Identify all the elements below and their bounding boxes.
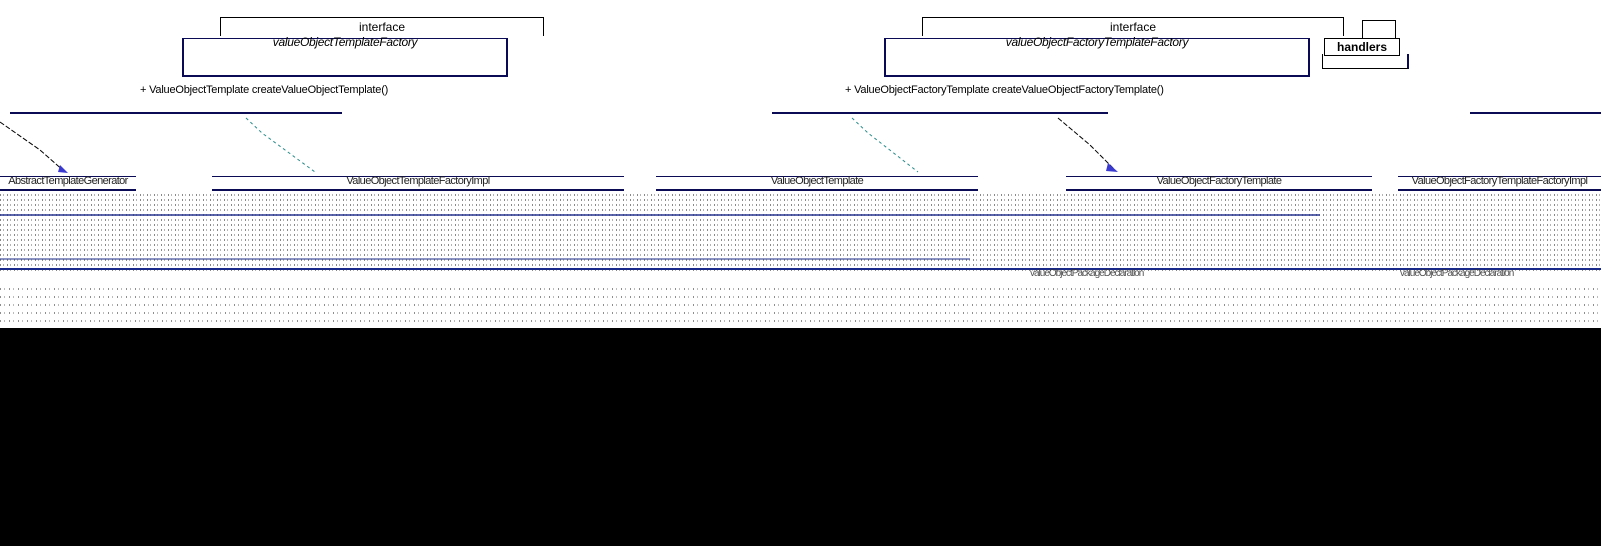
interface-box-1[interactable]: interface valueObjectTemplateFactory: [182, 17, 544, 77]
package-tab: [1362, 20, 1396, 39]
interface-operation-1: + ValueObjectTemplate createValueObjectT…: [140, 84, 389, 96]
interface-name-1: valueObjectTemplateFactory: [272, 35, 418, 49]
attribute-band: [0, 194, 1601, 274]
attribute-rule-2: [0, 268, 1601, 270]
interface-divider-2: [772, 112, 1108, 114]
interface-stereotype-1: interface: [220, 17, 544, 36]
class-box-3[interactable]: ValueObjectTemplate: [656, 175, 978, 191]
interface-box-2[interactable]: interface valueObjectFactoryTemplateFact…: [884, 17, 1344, 77]
attribute-rule-3: [0, 258, 970, 260]
attribute-rule-1: [0, 214, 1320, 216]
interface-operation-2: + ValueObjectFactoryTemplate createValue…: [845, 84, 1164, 96]
realization-arrow-1: [245, 117, 316, 173]
diagram-canvas: interface valueObjectTemplateFactory + V…: [0, 0, 1601, 328]
lower-text-band: [0, 288, 1601, 322]
dependency-arrowhead-1: [58, 165, 68, 173]
realization-arrow-2: [851, 117, 919, 173]
interface-divider-3: [1470, 112, 1601, 114]
class-label-4: ValueObjectFactoryTemplate: [1156, 175, 1282, 187]
class-label-5: ValueObjectFactoryTemplateFactoryImpl: [1411, 175, 1588, 187]
dependency-arrow-2: [1057, 117, 1116, 171]
note-label-1: valueObjectPackageDeclaration: [1030, 268, 1144, 279]
class-box-1[interactable]: AbstractTemplateGenerator: [0, 175, 136, 191]
interface-stereotype-2: interface: [922, 17, 1344, 36]
class-box-5[interactable]: ValueObjectFactoryTemplateFactoryImpl: [1398, 175, 1601, 191]
dependency-arrowhead-2: [1106, 163, 1118, 172]
class-box-4[interactable]: ValueObjectFactoryTemplate: [1066, 175, 1372, 191]
dependency-arrow-1: [0, 121, 66, 173]
class-label-3: ValueObjectTemplate: [770, 175, 864, 187]
letterbox-area: [0, 328, 1601, 546]
class-label-2: ValueObjectTemplateFactoryImpl: [346, 175, 490, 187]
note-label-2: valueObjectPackageDeclaration: [1400, 268, 1514, 279]
interface-name-2: valueObjectFactoryTemplateFactory: [1005, 35, 1189, 49]
class-box-2[interactable]: ValueObjectTemplateFactoryImpl: [212, 175, 624, 191]
class-label-1: AbstractTemplateGenerator: [8, 175, 128, 187]
package-shadow: [1322, 54, 1409, 69]
interface-divider-1: [10, 112, 342, 114]
